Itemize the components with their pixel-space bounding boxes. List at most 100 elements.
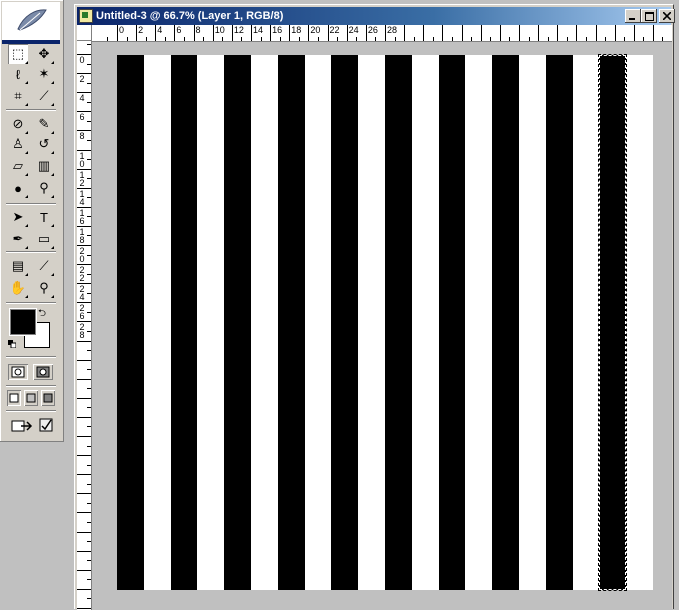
horizontal-ruler[interactable]: 0 2 4 6 8 10 12 14 16 18 20 22 24 26 28 (92, 25, 672, 42)
full-screen-menu-mode-button[interactable] (24, 390, 38, 406)
close-button[interactable] (659, 9, 675, 23)
standard-screen-mode-button[interactable] (7, 390, 21, 406)
zoom-icon: ⚲ (39, 280, 49, 295)
white-stripe (411, 55, 439, 590)
foreground-color-swatch[interactable] (9, 308, 37, 336)
document-icon (79, 9, 93, 23)
white-stripe (626, 55, 653, 590)
magic-wand-icon: ✶ (38, 66, 50, 81)
black-stripe (170, 55, 198, 590)
history-brush-tool[interactable]: ↺ (34, 134, 54, 154)
ruler-label: 24 (348, 25, 359, 35)
path-selection-tool[interactable]: ➤ (8, 207, 28, 227)
maximize-button[interactable] (641, 9, 657, 23)
healing-brush-tool[interactable]: ⊘ (8, 114, 28, 134)
brush-icon: ✎ (38, 116, 50, 131)
pen-tool[interactable]: ✒ (8, 229, 28, 249)
slice-icon: ⟋ (39, 88, 49, 103)
default-colors-icon[interactable] (8, 340, 16, 348)
document-title: Untitled-3 @ 66.7% (Layer 1, RGB/8) (96, 10, 284, 22)
brush-tool[interactable]: ✎ (34, 114, 54, 134)
clone-stamp-tool[interactable]: ♙ (8, 134, 28, 154)
white-stripe (250, 55, 278, 590)
move-tool[interactable]: ✥ (34, 44, 54, 64)
white-stripe (358, 55, 385, 590)
white-stripe (572, 55, 600, 590)
bandage-icon: ⊘ (12, 116, 24, 131)
eyedropper-tool[interactable]: ⟋ (34, 256, 54, 276)
toolbox-separator (6, 251, 56, 253)
gradient-icon: ▥ (37, 158, 51, 173)
history-brush-icon: ↺ (38, 136, 50, 151)
vertical-ruler[interactable]: 0246810121416182022242628 (77, 41, 92, 610)
ruler-label: 8 (195, 25, 201, 35)
file-browser-button[interactable] (36, 415, 56, 435)
swap-colors-icon[interactable]: ⮌ (38, 306, 46, 323)
canvas-area (92, 42, 672, 610)
screen-mode-icon (43, 393, 53, 403)
ruler-origin[interactable] (77, 25, 92, 41)
slice-tool[interactable]: ⟋ (34, 86, 54, 106)
lasso-tool[interactable]: ℓ (8, 64, 28, 84)
black-stripe (438, 55, 466, 590)
toolbox-panel: ⮌ ⬚ ✥ ℓ ✶ ⌗ ⟋ ⊘ ✎ ♙ ↺ ▱ ▥ ● ⚲ ➤ T ✒ ▭ ▤ ⟋ ✋ ⚲ (0, 0, 64, 442)
jump-to-icon (11, 420, 33, 432)
type-tool[interactable]: T (34, 207, 54, 227)
black-stripe (331, 55, 359, 590)
ruler-label: 6 (79, 112, 85, 123)
stamp-icon: ♙ (12, 136, 24, 151)
marquee-icon: ⬚ (11, 46, 25, 61)
ruler-label: 2 (79, 74, 85, 85)
ruler-label: 24 (79, 284, 85, 303)
drop-icon: ● (14, 180, 22, 196)
full-screen-mode-button[interactable] (41, 390, 55, 406)
toolbox-separator (6, 203, 56, 205)
minimize-button[interactable] (625, 9, 641, 23)
white-stripe (197, 55, 225, 590)
white-stripe (143, 55, 171, 590)
ruler-label: 22 (329, 25, 340, 35)
eraser-tool[interactable]: ▱ (8, 156, 28, 176)
shape-tool[interactable]: ▭ (34, 229, 54, 249)
blur-tool[interactable]: ● (8, 178, 28, 198)
dodge-tool[interactable]: ⚲ (34, 178, 54, 198)
black-stripe (545, 55, 573, 590)
canvas[interactable] (117, 55, 653, 590)
move-icon: ✥ (38, 46, 50, 61)
ruler-label: 28 (386, 25, 397, 35)
notes-icon: ▤ (11, 258, 25, 273)
pen-icon: ✒ (12, 231, 24, 246)
gradient-tool[interactable]: ▥ (34, 156, 54, 176)
ruler-label: 18 (291, 25, 302, 35)
ruler-label: 8 (79, 131, 85, 142)
toolbox-separator (6, 410, 56, 412)
hand-tool[interactable]: ✋ (8, 278, 28, 298)
ruler-label: 0 (119, 25, 125, 35)
ruler-label: 12 (79, 169, 85, 188)
document-window: Untitled-3 @ 66.7% (Layer 1, RGB/8) 0 24 6… (74, 4, 675, 610)
file-browser-icon (39, 418, 53, 432)
toolbox-separator (6, 385, 56, 387)
ruler-label: 10 (214, 25, 225, 35)
jump-to-imageready-button[interactable] (10, 415, 34, 435)
quick-mask-button[interactable] (33, 364, 53, 380)
zoom-tool[interactable]: ⚲ (34, 278, 54, 298)
maximize-icon (644, 11, 654, 21)
hand-icon: ✋ (9, 280, 27, 295)
rectangular-marquee-tool[interactable]: ⬚ (8, 44, 28, 64)
quick-mask-icon (36, 366, 50, 378)
ruler-label: 22 (79, 265, 85, 284)
toolbox-separator (6, 109, 56, 111)
toolbox-header[interactable] (2, 2, 60, 44)
ruler-label: 18 (79, 226, 85, 245)
document-titlebar[interactable]: Untitled-3 @ 66.7% (Layer 1, RGB/8) (77, 7, 675, 25)
lasso-icon: ℓ (15, 66, 21, 82)
crop-tool[interactable]: ⌗ (8, 86, 28, 106)
magic-wand-tool[interactable]: ✶ (34, 64, 54, 84)
standard-mode-button[interactable] (8, 364, 28, 380)
screen-mode-icon (26, 393, 36, 403)
black-stripe (117, 55, 144, 590)
ruler-label: 16 (272, 25, 283, 35)
white-stripe (465, 55, 493, 590)
notes-tool[interactable]: ▤ (8, 256, 28, 276)
